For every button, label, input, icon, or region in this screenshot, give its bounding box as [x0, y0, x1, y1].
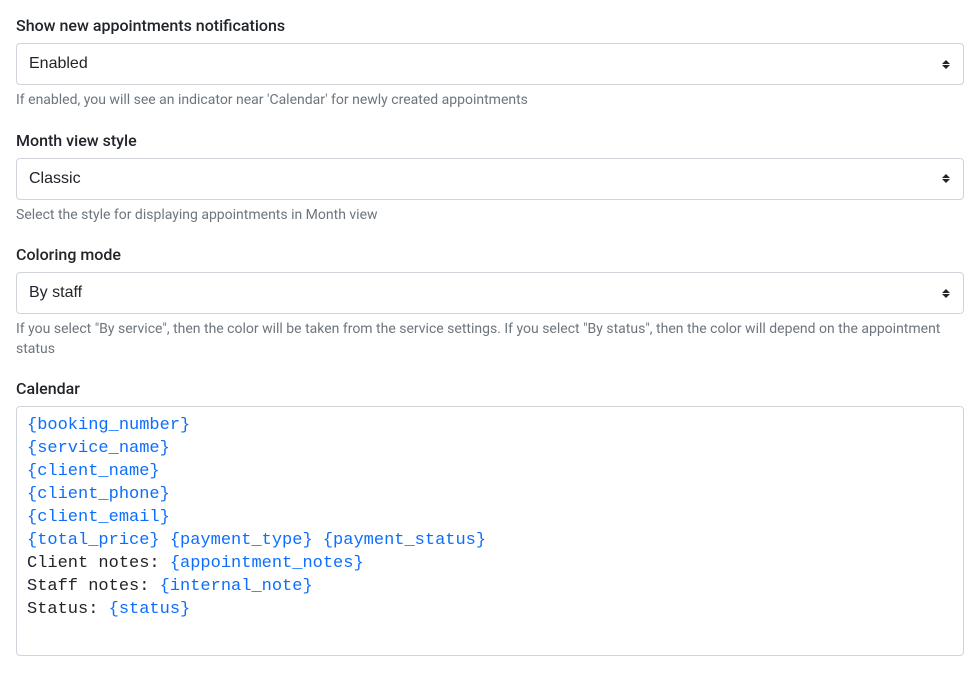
template-token: {client_email} [27, 508, 170, 527]
template-line: {client_phone} [27, 484, 953, 507]
template-token: {payment_type} [170, 531, 313, 550]
template-token: {appointment_notes} [170, 554, 364, 573]
template-token: {service_name} [27, 439, 170, 458]
template-token: {client_phone} [27, 485, 170, 504]
template-token: {booking_number} [27, 416, 190, 435]
monthview-select-wrapper: Classic [16, 158, 964, 200]
coloring-help: If you select "By service", then the col… [16, 320, 964, 359]
template-token: {status} [109, 600, 191, 619]
template-line: Staff notes: {internal_note} [27, 576, 953, 599]
template-text: Staff notes: [27, 577, 160, 596]
notifications-select-wrapper: Enabled [16, 43, 964, 85]
template-token: {internal_note} [160, 577, 313, 596]
monthview-help: Select the style for displaying appointm… [16, 206, 964, 226]
monthview-setting: Month view style Classic Select the styl… [16, 131, 964, 226]
coloring-select[interactable]: By staff [16, 272, 964, 314]
calendar-label: Calendar [16, 379, 964, 398]
notifications-select[interactable]: Enabled [16, 43, 964, 85]
template-line: Status: {status} [27, 599, 953, 622]
template-text [160, 531, 170, 550]
coloring-setting: Coloring mode By staff If you select "By… [16, 245, 964, 359]
template-token: {client_name} [27, 462, 160, 481]
notifications-setting: Show new appointments notifications Enab… [16, 16, 964, 111]
template-text [313, 531, 323, 550]
template-line: {client_email} [27, 507, 953, 530]
monthview-label: Month view style [16, 131, 964, 150]
template-token: {payment_status} [323, 531, 486, 550]
notifications-help: If enabled, you will see an indicator ne… [16, 91, 964, 111]
coloring-select-wrapper: By staff [16, 272, 964, 314]
template-text: Status: [27, 600, 109, 619]
notifications-label: Show new appointments notifications [16, 16, 964, 35]
template-line: {total_price} {payment_type} {payment_st… [27, 530, 953, 553]
template-token: {total_price} [27, 531, 160, 550]
template-line: Client notes: {appointment_notes} [27, 553, 953, 576]
template-line: {booking_number} [27, 415, 953, 438]
calendar-setting: Calendar {booking_number}{service_name}{… [16, 379, 964, 656]
monthview-select[interactable]: Classic [16, 158, 964, 200]
template-text: Client notes: [27, 554, 170, 573]
calendar-template-editor[interactable]: {booking_number} {service_name} {client_na… [16, 406, 964, 656]
template-line: {service_name} [27, 438, 953, 461]
coloring-label: Coloring mode [16, 245, 964, 264]
template-line: {client_name} [27, 461, 953, 484]
